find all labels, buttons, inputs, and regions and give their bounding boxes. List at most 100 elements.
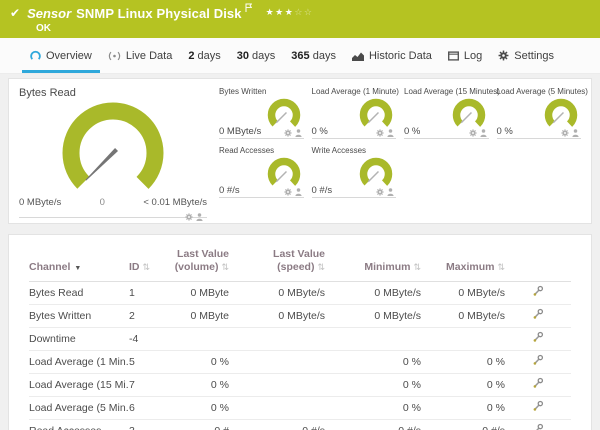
cell-channel: Load Average (1 Min... (29, 350, 129, 375)
gauge-settings-icon[interactable] (283, 188, 292, 196)
status-ok-check-icon: ✔ (10, 6, 21, 20)
gauge-value: 0 % (404, 126, 421, 137)
gauge-user-icon[interactable] (196, 213, 203, 221)
gauge-settings-icon[interactable] (283, 129, 292, 137)
cell-id: 5 (129, 350, 167, 375)
gauge-user-icon[interactable] (387, 129, 394, 137)
gauge-panel-write-accesses: Write Accesses 0 #/s (311, 146, 396, 198)
gauge-user-icon[interactable] (294, 129, 302, 137)
tab-settings[interactable]: Settings (490, 38, 562, 73)
gauge-settings-icon[interactable] (468, 129, 477, 137)
cell-speed (229, 327, 325, 352)
cell-id: 2 (129, 304, 167, 329)
edit-channel-wrench-icon[interactable] (532, 400, 544, 412)
cell-speed (229, 373, 325, 398)
edit-channel-wrench-icon[interactable] (532, 354, 544, 366)
gauge-user-icon[interactable] (387, 188, 394, 196)
cell-actions (505, 281, 571, 306)
cell-max: 0 MByte/s (421, 281, 505, 306)
edit-channel-wrench-icon[interactable] (532, 423, 544, 430)
column-header-last-value-speed[interactable]: Last Value (speed) ⇅ (229, 245, 325, 283)
edit-channel-wrench-icon[interactable] (532, 377, 544, 389)
channels-table: Channel ▼ ID ⇅ Last Value (volume) ⇅ Last Value… (29, 245, 571, 430)
gauge-bottom-row: 0 % (404, 126, 489, 139)
stars-empty: ☆☆ (294, 6, 314, 17)
cell-volume: 0 % (167, 350, 229, 375)
table-row-bytes-read[interactable]: Bytes Read 1 0 MByte 0 MByte/s 0 MByte/s 0 MB… (29, 281, 571, 306)
page-title: SNMP Linux Physical Disk (76, 5, 242, 21)
gauge-settings-icon[interactable] (561, 129, 569, 137)
table-row-bytes-written[interactable]: Bytes Written 2 0 MByte 0 MByte/s 0 MByte/s 0… (29, 304, 571, 329)
tab-overview[interactable]: Overview (22, 38, 100, 73)
sensor-flag-icon (245, 0, 252, 17)
gauge-mini-icons (376, 188, 394, 196)
table-row-downtime[interactable]: Downtime -4 (29, 327, 571, 352)
tab-historic-data[interactable]: Historic Data (344, 38, 440, 73)
tab-log[interactable]: Log (440, 38, 490, 73)
cell-min (325, 327, 421, 352)
tab-live-data[interactable]: Live Data (100, 38, 180, 73)
channels-table-card: Channel ▼ ID ⇅ Last Value (volume) ⇅ Last Value… (8, 234, 592, 430)
cell-volume: 0 # (167, 419, 229, 430)
column-header-maximum[interactable]: Maximum ⇅ (421, 245, 505, 283)
cell-channel: Load Average (15 Mi... (29, 373, 129, 398)
scale-min-label: 0 MByte/s (19, 197, 62, 208)
sort-desc-icon: ▼ (74, 265, 82, 273)
edit-channel-wrench-icon[interactable] (532, 308, 544, 320)
column-header-channel[interactable]: Channel ▼ (29, 245, 129, 283)
gauge-value: 0 #/s (311, 185, 333, 196)
cell-min: 0 #/s (325, 419, 421, 430)
cell-id: 7 (129, 373, 167, 398)
column-header-last-value-volume[interactable]: Last Value (volume) ⇅ (167, 245, 229, 283)
status-badge: OK (36, 23, 51, 34)
gauge-bottom-row: 0 MByte/s (219, 126, 304, 139)
column-header-minimum[interactable]: Minimum ⇅ (325, 245, 421, 283)
main-gauge-title: Bytes Read (19, 87, 76, 99)
priority-stars[interactable]: ★★★☆☆ (266, 7, 314, 18)
settings-icon (498, 50, 509, 61)
edit-channel-wrench-icon[interactable] (532, 285, 544, 297)
gauge-user-icon[interactable] (479, 129, 487, 137)
cell-id: 1 (129, 281, 167, 306)
gauge-value: 0 #/s (219, 185, 240, 196)
gauge-panel-bytes-written: Bytes Written 0 MByte/s (219, 87, 304, 139)
cell-min: 0 MByte/s (325, 281, 421, 306)
cell-actions (505, 304, 571, 329)
table-row-load-average-15-mi[interactable]: Load Average (15 Mi... 7 0 % 0 % 0 % (29, 373, 571, 398)
tab-365-days[interactable]: 365 days (283, 38, 344, 73)
table-row-load-average-1-min[interactable]: Load Average (1 Min... 5 0 % 0 % 0 % (29, 350, 571, 375)
tab-label: Live Data (125, 49, 173, 62)
column-header-id[interactable]: ID ⇅ (129, 245, 167, 283)
gauge-title: Load Average (5 Minutes) (496, 87, 588, 96)
table-header-row: Channel ▼ ID ⇅ Last Value (volume) ⇅ Last Value… (29, 245, 571, 283)
tab-label: 30 days (236, 49, 276, 62)
tab-2-days[interactable]: 2 days (180, 38, 228, 73)
gauge-bottom-row: 0 #/s (311, 185, 396, 198)
sensor-overview-page: ✔ Sensor SNMP Linux Physical Disk ★★★☆☆ … (0, 0, 600, 430)
cell-id: -4 (129, 327, 167, 352)
table-row-load-average-5-min[interactable]: Load Average (5 Min... 6 0 % 0 % 0 % (29, 396, 571, 421)
tab-label: 365 days (291, 49, 336, 62)
gauge-user-icon[interactable] (572, 129, 579, 137)
cell-speed: 0 MByte/s (229, 304, 325, 329)
cell-actions (505, 373, 571, 398)
tab-30-days[interactable]: 30 days (229, 38, 284, 73)
gauge-settings-icon[interactable] (185, 213, 193, 221)
main-gauge-scale: 0 MByte/s 0 < 0.01 MByte/s (19, 195, 207, 208)
gauge-mini-icons (468, 129, 487, 137)
gauge-title: Read Accesses (219, 146, 275, 155)
cell-speed (229, 350, 325, 375)
gauge-settings-icon[interactable] (376, 188, 384, 196)
sort-icon: ⇅ (497, 263, 505, 274)
gauge-settings-icon[interactable] (376, 129, 384, 137)
gauge-panel-load-average-5-minutes: Load Average (5 Minutes) 0 % (496, 87, 588, 139)
gauge-user-icon[interactable] (294, 188, 302, 196)
sensor-label: Sensor (27, 5, 72, 21)
cell-speed (229, 396, 325, 421)
sort-icon: ⇅ (317, 263, 325, 274)
tab-label: Log (463, 49, 483, 62)
table-row-read-accesses[interactable]: Read Accesses30 #0 #/s0 #/s0 #/s (29, 419, 571, 430)
overview-icon (30, 50, 41, 61)
edit-channel-wrench-icon[interactable] (532, 331, 544, 343)
gauge-bottom-row: 0 #/s (219, 185, 304, 198)
